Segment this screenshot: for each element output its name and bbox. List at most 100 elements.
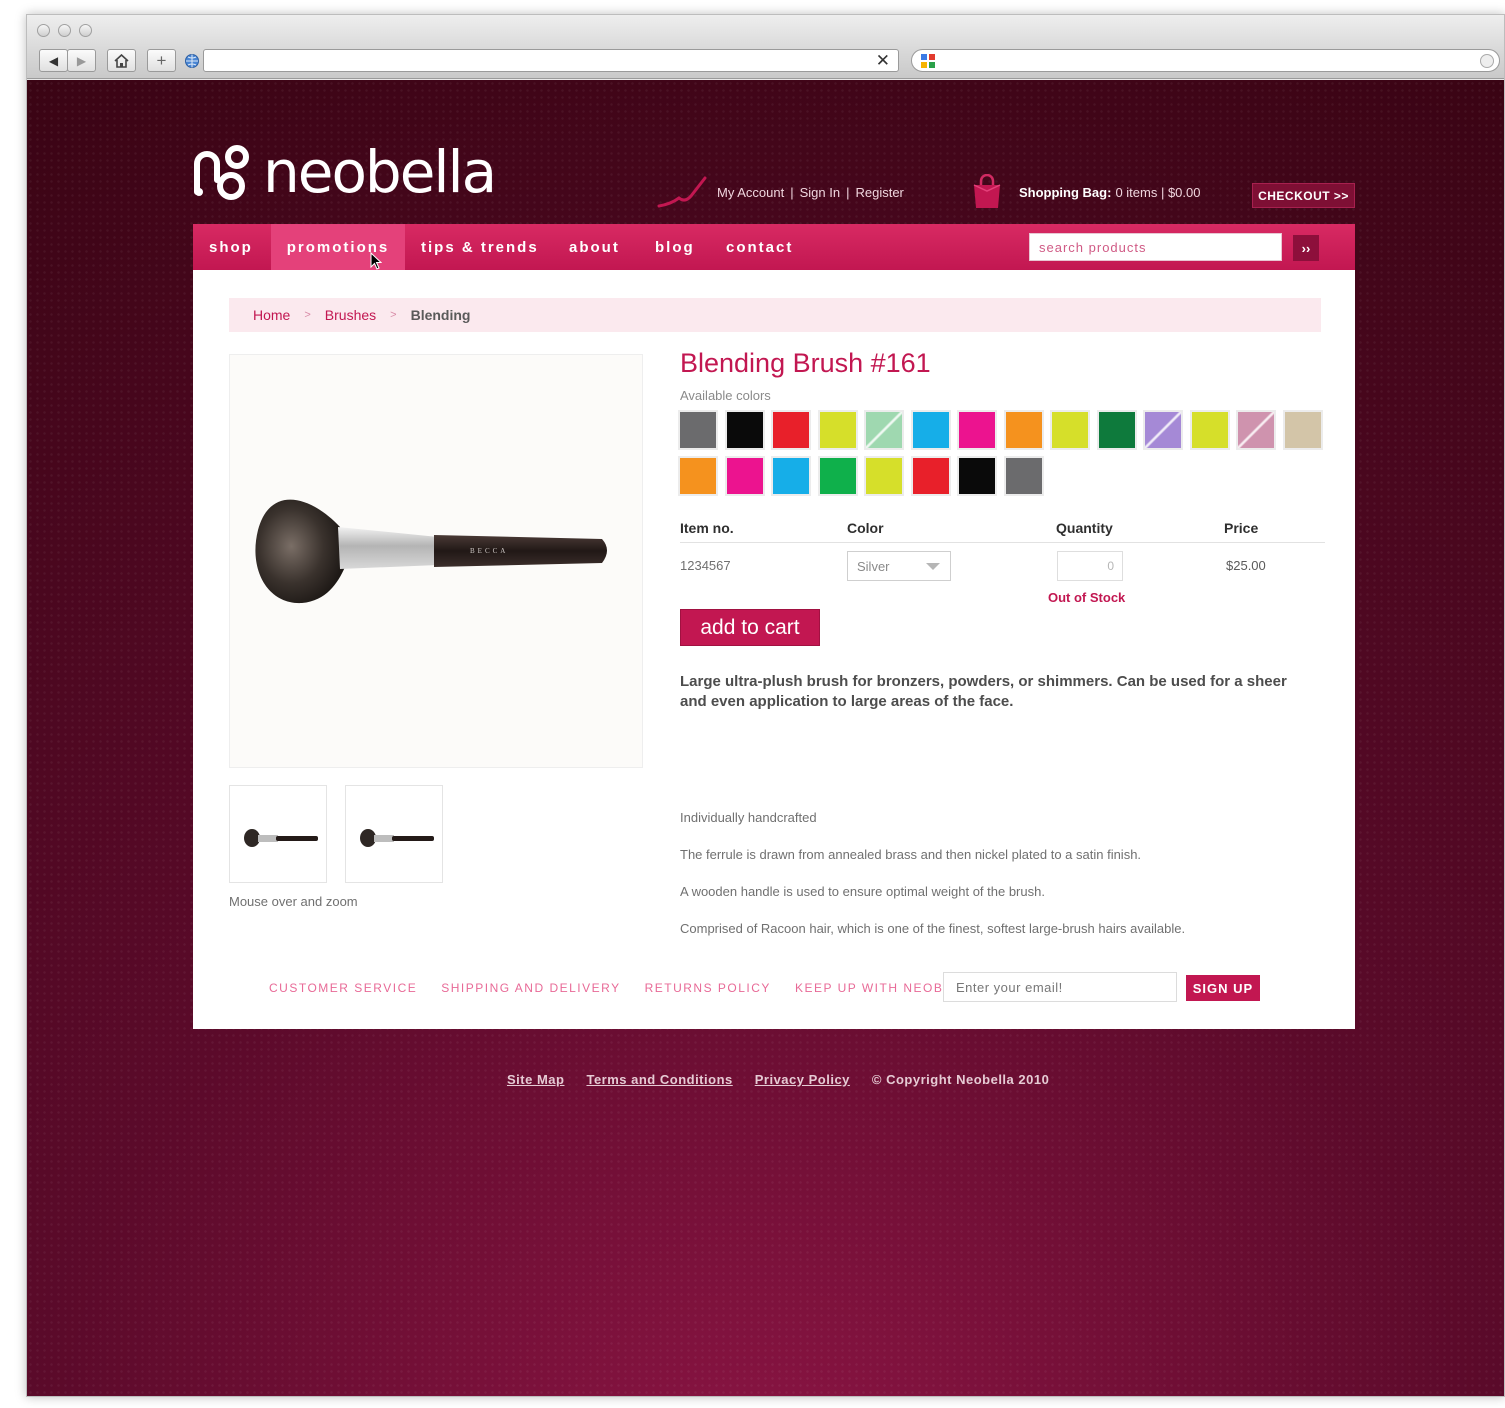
zoom-hint: Mouse over and zoom	[229, 894, 358, 909]
product-detail: Individually handcrafted	[680, 810, 817, 825]
table-divider	[680, 542, 1325, 543]
nav-item-tips-trends[interactable]: tips & trends	[407, 224, 553, 270]
brush-image: BECCA	[255, 499, 607, 604]
color-select[interactable]: Silver	[847, 551, 951, 581]
color-swatch[interactable]	[1284, 412, 1321, 448]
sign-in-link[interactable]: Sign In	[800, 185, 840, 200]
header-color: Color	[847, 520, 884, 536]
color-swatch[interactable]	[1005, 412, 1042, 448]
add-bookmark-button[interactable]: +	[147, 49, 176, 72]
shopping-bag[interactable]: Shopping Bag: 0 items | $0.00	[971, 172, 1200, 212]
header-quantity: Quantity	[1056, 520, 1113, 536]
home-icon	[114, 53, 129, 68]
forward-arrow-icon: ▶	[76, 53, 87, 68]
search-engine-icon	[921, 54, 935, 68]
terms-link[interactable]: Terms and Conditions	[586, 1072, 732, 1087]
close-window-button[interactable]	[37, 24, 50, 37]
newsletter-email-input[interactable]	[943, 972, 1177, 1002]
minimize-window-button[interactable]	[58, 24, 71, 37]
shopping-bag-status: 0 items | $0.00	[1115, 184, 1201, 200]
browser-search-bar[interactable]	[911, 49, 1500, 72]
legal-footer: Site Map Terms and Conditions Privacy Po…	[507, 1072, 1049, 1087]
zoom-window-button[interactable]	[79, 24, 92, 37]
account-separator: |	[790, 184, 794, 200]
color-swatch[interactable]	[1098, 412, 1135, 448]
product-title: Blending Brush #161	[680, 348, 931, 378]
color-swatch[interactable]	[866, 458, 902, 494]
browser-window: ◀ ▶ + ✕ neobella My Account | Sign In | …	[26, 14, 1505, 1397]
color-swatch[interactable]	[866, 412, 902, 448]
breadcrumb-brushes[interactable]: Brushes	[325, 307, 376, 323]
product-content: Home > Brushes > Blending BECCA Mouse ov…	[193, 270, 1355, 1029]
plus-icon: +	[156, 50, 167, 70]
quantity-input[interactable]	[1057, 551, 1123, 581]
brush-thumbnail-image	[360, 829, 434, 847]
available-colors-label: Available colors	[680, 388, 771, 403]
logo-wordmark: neobella	[263, 138, 497, 206]
footer-link-customer-service[interactable]: CUSTOMER SERVICE	[269, 981, 417, 995]
back-arrow-icon: ◀	[48, 53, 59, 68]
color-swatch[interactable]	[680, 458, 716, 494]
product-description: Large ultra-plush brush for bronzers, po…	[680, 673, 1287, 710]
checkout-button[interactable]: CHECKOUT >>	[1252, 183, 1355, 208]
breadcrumb-current: Blending	[410, 307, 471, 323]
color-swatch[interactable]	[1238, 412, 1274, 448]
forward-button[interactable]: ▶	[67, 49, 96, 72]
nav-item-blog[interactable]: blog	[641, 224, 709, 270]
back-button[interactable]: ◀	[39, 49, 68, 72]
brush-brand-text: BECCA	[470, 547, 508, 555]
color-swatch[interactable]	[1145, 412, 1181, 448]
breadcrumb-separator: >	[390, 309, 397, 321]
home-button[interactable]	[107, 49, 136, 72]
product-thumbnail-1[interactable]	[229, 785, 327, 883]
search-products-input[interactable]	[1029, 233, 1282, 261]
my-account-link[interactable]: My Account	[717, 185, 784, 200]
register-link[interactable]: Register	[855, 185, 903, 200]
color-swatch[interactable]	[1191, 412, 1228, 448]
account-separator: |	[846, 184, 850, 200]
nav-item-about[interactable]: about	[555, 224, 634, 270]
browser-toolbar: ◀ ▶ + ✕	[27, 45, 1504, 79]
breadcrumb-home[interactable]: Home	[253, 307, 290, 323]
address-bar[interactable]: ✕	[185, 49, 899, 72]
header-item-no: Item no.	[680, 520, 734, 536]
color-swatch[interactable]	[1005, 458, 1042, 494]
product-thumbnail-2[interactable]	[345, 785, 443, 883]
color-swatch[interactable]	[959, 412, 995, 448]
nav-item-contact[interactable]: contact	[712, 224, 807, 270]
color-swatch[interactable]	[773, 412, 809, 448]
breadcrumb-separator: >	[304, 309, 311, 321]
color-swatch[interactable]	[959, 458, 995, 494]
color-select-value: Silver	[857, 558, 890, 574]
footer-links: CUSTOMER SERVICE SHIPPING AND DELIVERY R…	[269, 981, 979, 995]
site-map-link[interactable]: Site Map	[507, 1072, 564, 1087]
color-swatch[interactable]	[1052, 412, 1088, 448]
stop-loading-icon[interactable]: ✕	[876, 51, 890, 71]
privacy-link[interactable]: Privacy Policy	[755, 1072, 850, 1087]
color-swatch[interactable]	[912, 412, 949, 448]
site-logo[interactable]: neobella	[191, 138, 497, 206]
color-swatch[interactable]	[726, 412, 763, 448]
window-titlebar	[27, 15, 1504, 45]
page-viewport: neobella My Account | Sign In | Register…	[27, 80, 1504, 1396]
price-value: $25.00	[1226, 558, 1266, 573]
color-swatch[interactable]	[680, 412, 716, 448]
search-submit-button[interactable]: ››	[1293, 235, 1319, 261]
footer-link-returns[interactable]: RETURNS POLICY	[645, 981, 771, 995]
product-main-image[interactable]: BECCA	[229, 354, 643, 768]
color-swatch[interactable]	[773, 458, 809, 494]
color-swatch[interactable]	[819, 458, 856, 494]
footer-link-shipping[interactable]: SHIPPING AND DELIVERY	[441, 981, 620, 995]
color-swatch[interactable]	[912, 458, 949, 494]
clear-search-icon[interactable]	[1480, 54, 1494, 68]
nav-item-shop[interactable]: shop	[195, 224, 267, 270]
nav-item-promotions[interactable]: promotions	[271, 224, 405, 270]
product-detail: Comprised of Racoon hair, which is one o…	[680, 921, 1186, 936]
globe-icon	[185, 54, 199, 68]
add-to-cart-button[interactable]: add to cart	[680, 609, 820, 646]
account-links: My Account | Sign In | Register	[657, 172, 904, 212]
neobella-logo-icon	[194, 145, 249, 200]
newsletter-signup-button[interactable]: SIGN UP	[1186, 975, 1260, 1001]
color-swatch[interactable]	[819, 412, 856, 448]
color-swatch[interactable]	[726, 458, 763, 494]
